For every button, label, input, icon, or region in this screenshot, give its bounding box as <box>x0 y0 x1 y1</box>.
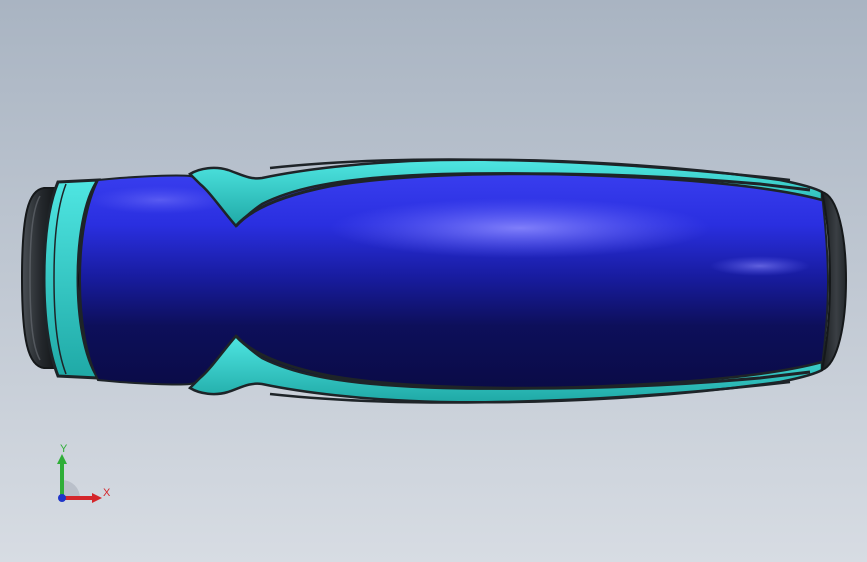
coordinate-triad[interactable]: Y X <box>40 440 120 520</box>
y-axis-arrowhead <box>57 454 67 464</box>
z-axis-dot-icon <box>58 494 66 502</box>
handle-body <box>78 167 830 395</box>
x-axis-arrowhead <box>92 493 102 503</box>
graphics-viewport[interactable]: Y X <box>0 0 867 562</box>
y-axis-label: Y <box>60 443 68 455</box>
x-axis-label: X <box>103 487 111 499</box>
handle-3d-model[interactable] <box>0 0 867 562</box>
